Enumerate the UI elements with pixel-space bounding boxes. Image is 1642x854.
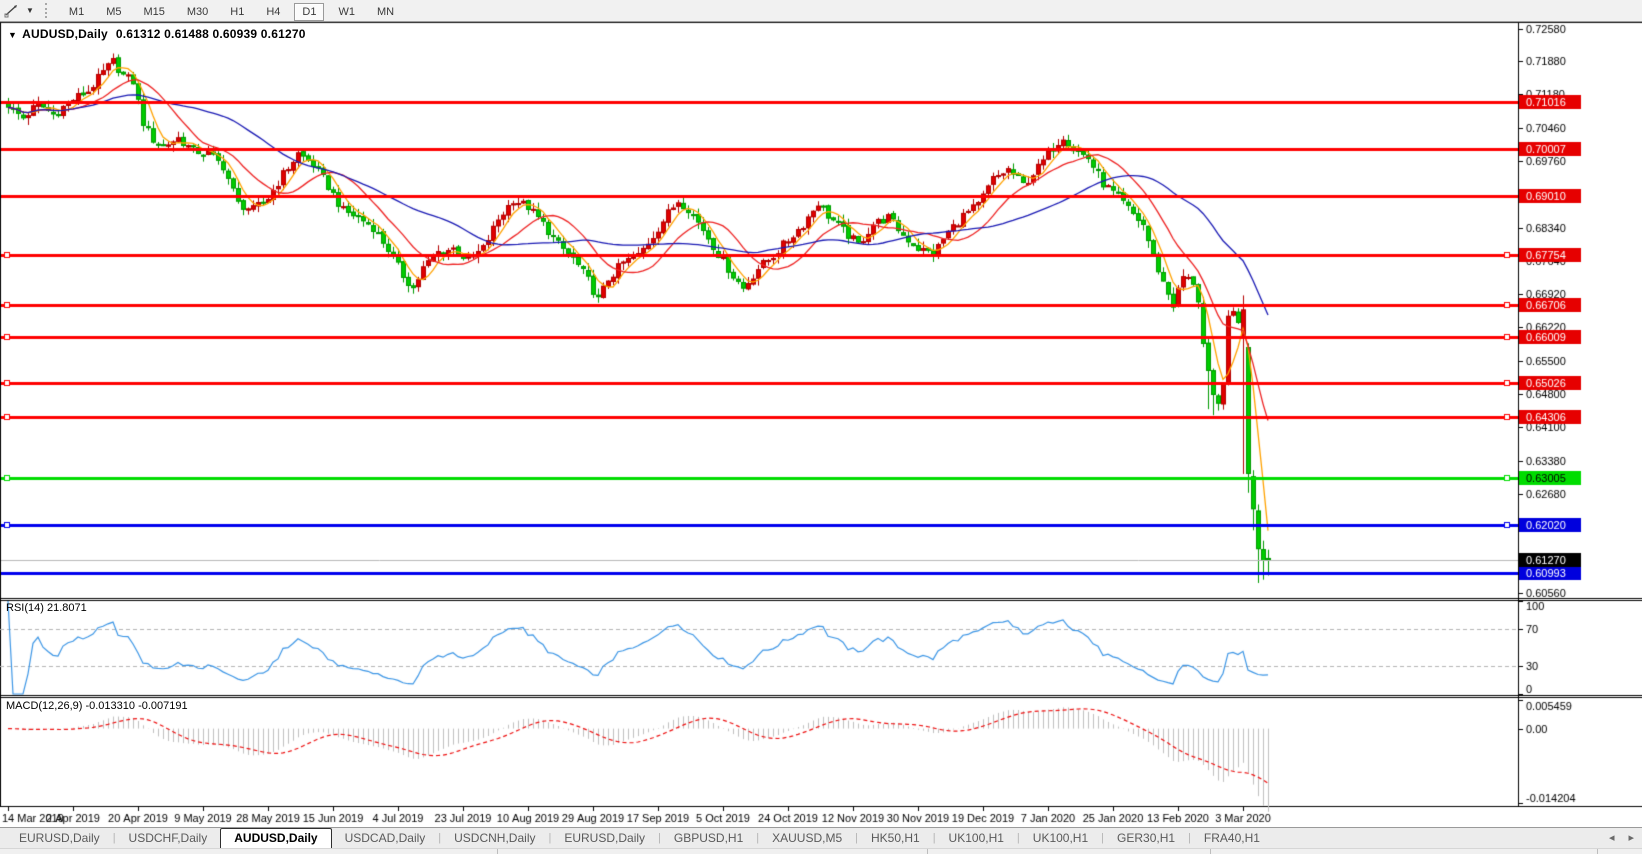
- chart-tab-usdcnh-daily[interactable]: USDCNH,Daily: [441, 829, 548, 848]
- chart-title: ▼ AUDUSD,Daily 0.61312 0.61488 0.60939 0.6…: [8, 27, 306, 41]
- trading-terminal-window: ▼ M1 M5 M15 M30 H1 H4 D1 W1 MN ▼ AUDUSD,Daily 0.61…: [0, 0, 1642, 854]
- timeframe-button-mn[interactable]: MN: [369, 3, 402, 21]
- chart-tabs: EURUSD,Daily|USDCHF,DailyAUDUSD,DailyUSD…: [6, 828, 1273, 848]
- chart-ohlc-values: 0.61312 0.61488 0.60939 0.61270: [116, 27, 306, 41]
- timeframe-button-m1[interactable]: M1: [61, 3, 92, 21]
- status-bar: [0, 848, 1642, 854]
- status-bar-divider: [1210, 849, 1211, 854]
- timeframe-button-m15[interactable]: M15: [135, 3, 172, 21]
- chart-symbol-label: AUDUSD,Daily: [22, 27, 108, 41]
- chart-tab-gbpusd-h1[interactable]: GBPUSD,H1: [661, 829, 756, 848]
- timeframe-toolbar: ▼ M1 M5 M15 M30 H1 H4 D1 W1 MN: [0, 0, 1642, 22]
- status-bar-divider: [927, 849, 928, 854]
- price-chart-canvas[interactable]: [0, 0, 1642, 854]
- chart-tab-audusd-daily[interactable]: AUDUSD,Daily: [220, 828, 331, 849]
- chart-tab-eurusd-daily[interactable]: EURUSD,Daily: [6, 829, 113, 848]
- chart-tab-hk50-h1[interactable]: HK50,H1: [858, 829, 933, 848]
- tab-scroll-left-icon[interactable]: ◂: [1609, 831, 1615, 844]
- timeframe-button-w1[interactable]: W1: [330, 3, 363, 21]
- chart-tab-uk100-h1[interactable]: UK100,H1: [936, 829, 1017, 848]
- symbol-dropdown-icon[interactable]: ▼: [8, 30, 17, 40]
- tool-dropdown-caret-icon[interactable]: ▼: [24, 6, 39, 15]
- status-bar-divider: [497, 849, 498, 854]
- cursor-tool-icon[interactable]: [0, 1, 24, 21]
- timeframe-button-m30[interactable]: M30: [179, 3, 216, 21]
- toolbar-grip-handle: [45, 3, 50, 18]
- chart-tab-ger30-h1[interactable]: GER30,H1: [1104, 829, 1188, 848]
- chart-tab-xauusd-m5[interactable]: XAUUSD,M5: [759, 829, 855, 848]
- chart-tabs-bar: EURUSD,Daily|USDCHF,DailyAUDUSD,DailyUSD…: [0, 827, 1642, 848]
- timeframe-button-d1[interactable]: D1: [294, 3, 324, 21]
- chart-tab-eurusd-daily[interactable]: EURUSD,Daily: [551, 829, 658, 848]
- chart-tab-usdcad-daily[interactable]: USDCAD,Daily: [332, 829, 439, 848]
- macd-indicator-label: MACD(12,26,9) -0.013310 -0.007191: [6, 700, 188, 712]
- tab-scroll-arrows: ◂ ▸: [1609, 831, 1634, 844]
- chart-tab-uk100-h1[interactable]: UK100,H1: [1020, 829, 1101, 848]
- timeframe-button-h1[interactable]: H1: [222, 3, 252, 21]
- chart-tab-fra40-h1[interactable]: FRA40,H1: [1191, 829, 1273, 848]
- timeframe-button-m5[interactable]: M5: [98, 3, 129, 21]
- timeframe-button-h4[interactable]: H4: [258, 3, 288, 21]
- status-bar-divider: [1597, 849, 1598, 854]
- timeframe-buttons: M1 M5 M15 M30 H1 H4 D1 W1 MN: [58, 2, 405, 20]
- tab-scroll-right-icon[interactable]: ▸: [1628, 831, 1634, 844]
- rsi-indicator-label: RSI(14) 21.8071: [6, 602, 87, 614]
- chart-tab-usdchf-daily[interactable]: USDCHF,Daily: [116, 829, 221, 848]
